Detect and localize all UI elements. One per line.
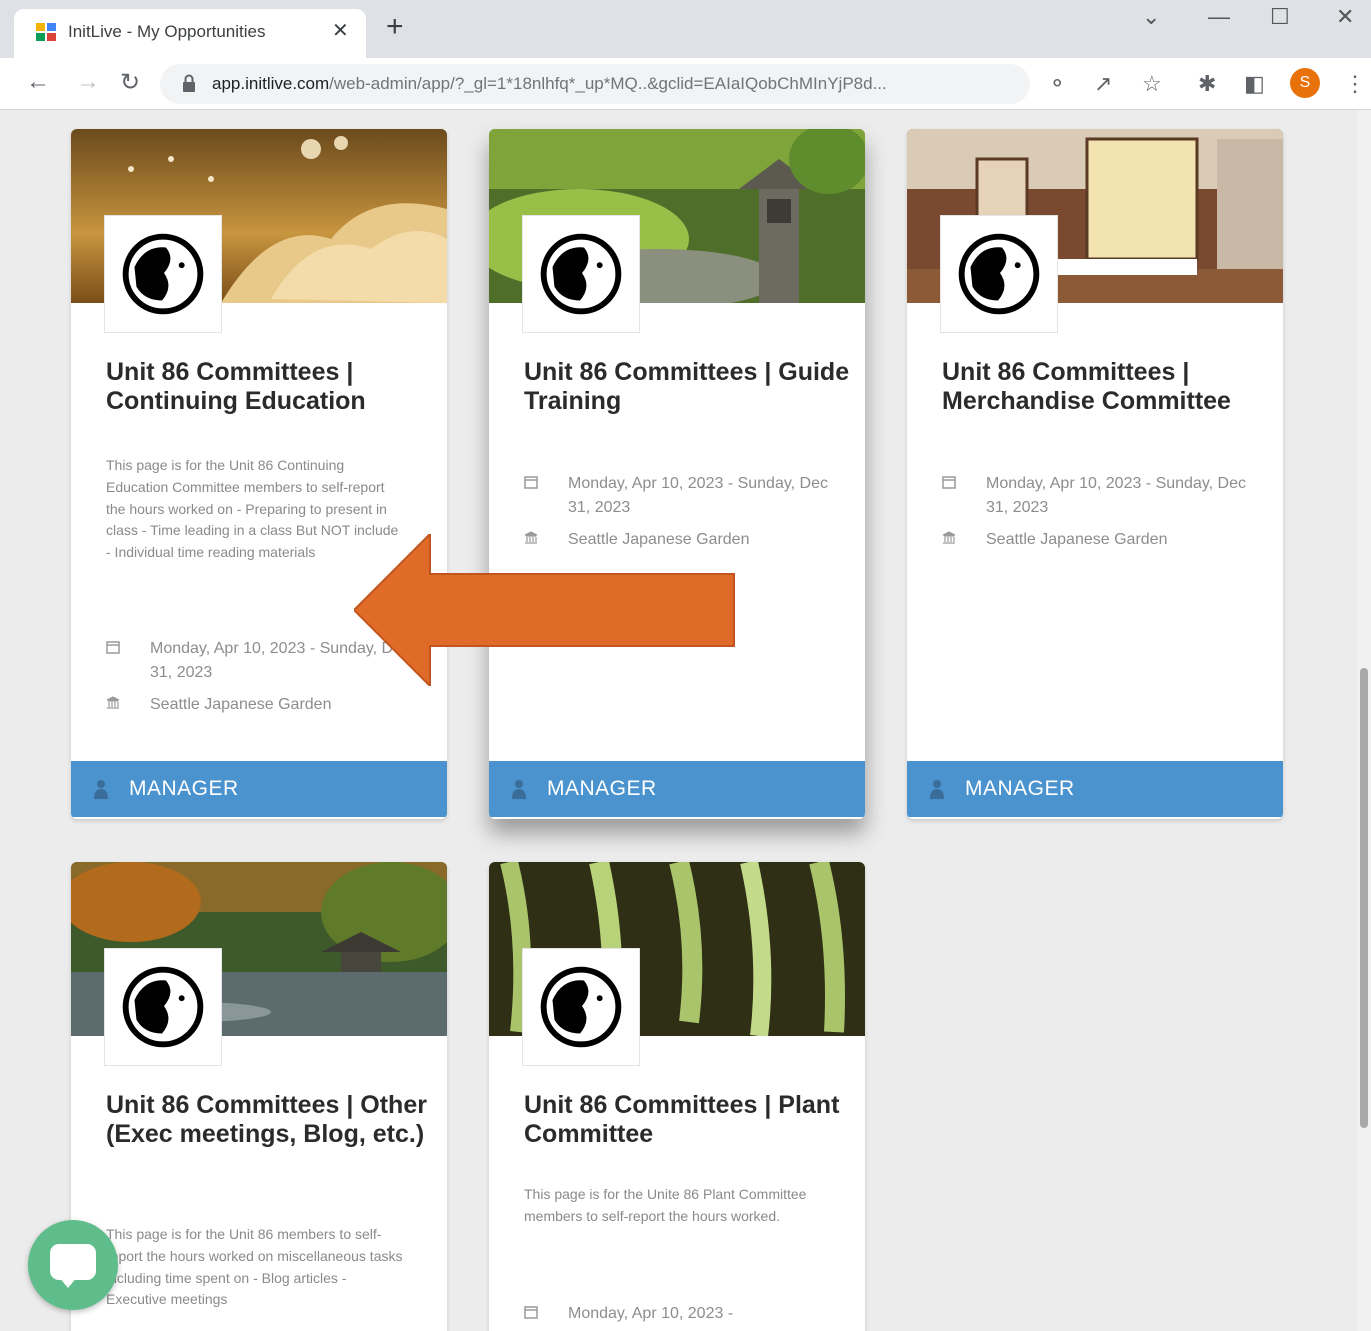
- chat-icon: [50, 1244, 96, 1280]
- reload-icon[interactable]: ↻: [120, 68, 140, 97]
- initlive-favicon-icon: [36, 23, 56, 41]
- date-range: Monday, Apr 10, 2023 - Sunday, Dec 31, 2…: [568, 475, 829, 516]
- opportunities-grid: Unit 86 Committees | Continuing Educatio…: [0, 110, 1371, 1331]
- scrollbar[interactable]: [1357, 110, 1371, 1331]
- opportunity-card-merchandise-committee[interactable]: Unit 86 Committees | Merchandise Committ…: [907, 129, 1283, 819]
- scrollbar-thumb[interactable]: [1360, 668, 1368, 1128]
- back-icon[interactable]: ←: [26, 68, 50, 96]
- close-window-icon[interactable]: ✕: [1336, 4, 1354, 30]
- person-icon: [512, 780, 526, 799]
- unit86-logo-icon: [104, 948, 222, 1066]
- chat-icon-tail: [58, 1276, 78, 1288]
- person-icon: [930, 780, 944, 799]
- browser-toolbar: ← → ↻ app.initlive.com/web-admin/app/?_g…: [0, 58, 1371, 110]
- calendar-icon: [942, 476, 956, 489]
- card-meta: Monday, Apr 10, 2023 -: [524, 1302, 844, 1331]
- date-range: Monday, Apr 10, 2023 - Sunday, Dec 31, 2…: [986, 475, 1247, 516]
- unit86-logo-icon: [104, 215, 222, 333]
- card-title: Unit 86 Committees | Merchandise Committ…: [942, 358, 1231, 415]
- tab-title: InitLive - My Opportunities: [68, 22, 266, 41]
- date-row: Monday, Apr 10, 2023 - Sunday, Dec 31, 2…: [942, 472, 1262, 520]
- extensions-puzzle-icon[interactable]: ✱: [1198, 71, 1216, 97]
- location-row: Seattle Japanese Garden: [942, 528, 1262, 552]
- address-bar[interactable]: app.initlive.com/web-admin/app/?_gl=1*18…: [160, 64, 1030, 104]
- unit86-logo-icon: [522, 948, 640, 1066]
- card-meta: Monday, Apr 10, 2023 - Sunday, Dec 31, 2…: [942, 472, 1262, 560]
- profile-avatar[interactable]: S: [1290, 68, 1320, 98]
- calendar-icon: [524, 1306, 538, 1319]
- building-icon: [942, 531, 956, 544]
- calendar-icon: [524, 476, 538, 489]
- lock-icon: [183, 74, 195, 92]
- role-footer[interactable]: MANAGER: [489, 761, 865, 817]
- unit86-logo-icon: [940, 215, 1058, 333]
- location: Seattle Japanese Garden: [150, 696, 332, 713]
- building-icon: [106, 696, 120, 709]
- card-description: This page is for the Unit 86 members to …: [106, 1226, 403, 1308]
- browser-tab[interactable]: InitLive - My Opportunities ✕: [14, 9, 366, 58]
- card-description: This page is for the Unite 86 Plant Comm…: [524, 1186, 807, 1224]
- location-row: Seattle Japanese Garden: [106, 693, 426, 717]
- url-text: app.initlive.com/web-admin/app/?_gl=1*18…: [212, 74, 1002, 94]
- share-icon[interactable]: ↗: [1094, 71, 1112, 97]
- date-row: Monday, Apr 10, 2023 - Sunday, Dec 31, 2…: [524, 472, 844, 520]
- date-row: Monday, Apr 10, 2023 -: [524, 1302, 844, 1326]
- role-footer[interactable]: MANAGER: [907, 761, 1283, 817]
- chat-widget-button[interactable]: [28, 1220, 118, 1310]
- url-path: /web-admin/app/?_gl=1*18nlhfq*_up*MQ..&g…: [329, 74, 887, 93]
- menu-kebab-icon[interactable]: ⋮: [1344, 71, 1366, 97]
- browser-tabstrip: InitLive - My Opportunities ✕ + ⌄ — ☐ ✕: [0, 0, 1371, 58]
- orange-arrow-annotation: [354, 534, 735, 686]
- card-title: Unit 86 Committees | Continuing Educatio…: [106, 358, 366, 415]
- date-start: Monday, Apr 10, 2023 -: [568, 1305, 734, 1322]
- person-icon: [94, 780, 108, 799]
- maximize-icon[interactable]: ☐: [1270, 4, 1290, 30]
- opportunity-card-other[interactable]: Unit 86 Committees | Other (Exec meeting…: [71, 862, 447, 1331]
- location: Seattle Japanese Garden: [986, 531, 1168, 548]
- role-label: MANAGER: [129, 777, 239, 800]
- role-label: MANAGER: [547, 777, 657, 800]
- card-title: Unit 86 Committees | Guide Training: [524, 358, 850, 415]
- opportunity-card-continuing-education[interactable]: Unit 86 Committees | Continuing Educatio…: [71, 129, 447, 819]
- bookmark-star-icon[interactable]: ☆: [1142, 71, 1162, 97]
- tab-search-icon[interactable]: ⌄: [1142, 4, 1160, 30]
- side-panel-icon[interactable]: ◧: [1244, 71, 1265, 97]
- opportunity-card-plant-committee[interactable]: Unit 86 Committees | Plant Committee Thi…: [489, 862, 865, 1331]
- card-title: Unit 86 Committees | Plant Committee: [524, 1091, 840, 1148]
- minimize-icon[interactable]: —: [1208, 4, 1230, 30]
- tab-close-icon[interactable]: ✕: [332, 18, 349, 43]
- card-title: Unit 86 Committees | Other (Exec meeting…: [106, 1091, 427, 1148]
- new-tab-button[interactable]: +: [386, 12, 404, 42]
- forward-icon[interactable]: →: [76, 68, 100, 96]
- key-icon[interactable]: ⚬: [1048, 71, 1066, 97]
- role-label: MANAGER: [965, 777, 1075, 800]
- opportunity-card-guide-training[interactable]: Unit 86 Committees | Guide Training Mond…: [489, 129, 865, 819]
- unit86-logo-icon: [522, 215, 640, 333]
- url-host: app.initlive.com: [212, 74, 330, 93]
- role-footer[interactable]: MANAGER: [71, 761, 447, 817]
- calendar-icon: [106, 641, 120, 654]
